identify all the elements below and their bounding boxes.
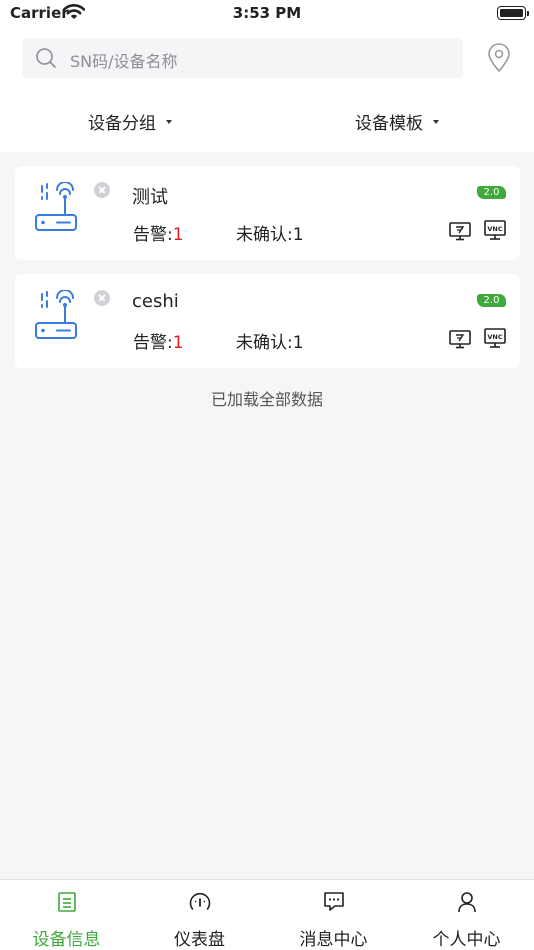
search-input[interactable]: SN码/设备名称 (22, 38, 463, 78)
vnc-icon[interactable]: VNC (484, 328, 506, 349)
unconfirmed-status: 未确认:1 (236, 333, 304, 353)
message-bubble-icon (323, 892, 344, 911)
vnc-label: VNC (487, 333, 502, 341)
search-placeholder: SN码/设备名称 (70, 52, 178, 71)
alarm-status: 告警:1 (133, 328, 184, 353)
tab-label: 仪表盘 (174, 930, 225, 950)
device-group-label: 设备分组 (88, 114, 156, 134)
search-icon (36, 48, 56, 68)
device-group-filter[interactable]: 设备分组 (88, 109, 172, 134)
remote-monitor-icon[interactable] (449, 330, 471, 349)
version-badge: 2.0 (477, 294, 506, 307)
tab-dashboard[interactable]: 仪表盘 (133, 880, 266, 950)
router-icon (35, 290, 77, 339)
location-pin-icon[interactable] (487, 43, 511, 73)
close-icon[interactable] (94, 290, 110, 306)
dashboard-gauge-icon (189, 892, 210, 910)
tab-message-center[interactable]: 消息中心 (267, 880, 400, 950)
alarm-count: 1 (172, 333, 184, 353)
vnc-label: VNC (487, 225, 502, 233)
status-time: 3:53 PM (232, 4, 302, 22)
tab-label: 设备信息 (32, 930, 101, 950)
battery-icon (497, 6, 529, 20)
caret-down-icon (433, 120, 439, 124)
caret-down-icon (166, 120, 172, 124)
alarm-count: 1 (172, 225, 184, 245)
vnc-icon[interactable]: VNC (484, 220, 506, 241)
device-name: ceshi (132, 291, 179, 312)
tab-label: 个人中心 (432, 930, 501, 950)
tab-label: 消息中心 (299, 930, 368, 950)
device-template-label: 设备模板 (355, 114, 423, 134)
close-icon[interactable] (94, 182, 110, 198)
alarm-label: 告警: (133, 333, 173, 353)
tab-device-info[interactable]: 设备信息 (0, 880, 133, 950)
top-header: Carrier 3:53 PM SN码/设备名称 设备分组 设备模板 (0, 0, 534, 152)
device-list-icon (57, 892, 76, 912)
alarm-status: 告警:1 (133, 220, 184, 245)
unconfirmed-status: 未确认:1 (236, 225, 304, 245)
router-icon (35, 182, 77, 231)
alarm-label: 告警: (133, 225, 173, 245)
person-icon (457, 892, 476, 913)
device-name: 测试 (132, 187, 168, 208)
version-badge: 2.0 (477, 186, 506, 199)
remote-monitor-icon[interactable] (449, 222, 471, 241)
device-card[interactable]: 测试 2.0 告警:1 未确认:1 VNC (15, 166, 520, 260)
bottom-tab-bar: 设备信息 仪表盘 消息中心 个人中心 (0, 879, 534, 950)
device-template-filter[interactable]: 设备模板 (355, 109, 439, 134)
all-data-loaded-text: 已加载全部数据 (210, 390, 323, 409)
device-card[interactable]: ceshi 2.0 告警:1 未确认:1 VNC (15, 274, 520, 368)
tab-personal-center[interactable]: 个人中心 (400, 880, 533, 950)
status-bar: Carrier 3:53 PM (0, 0, 534, 30)
